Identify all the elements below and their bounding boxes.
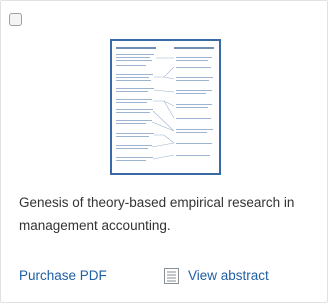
article-thumbnail[interactable] (110, 39, 221, 175)
select-checkbox[interactable] (9, 13, 22, 26)
article-title[interactable]: Genesis of theory-based empirical resear… (19, 191, 315, 237)
document-lines-icon (164, 268, 179, 284)
article-card: Genesis of theory-based empirical resear… (0, 0, 328, 303)
view-abstract-label: View abstract (188, 268, 269, 283)
article-actions: Purchase PDF View abstract (19, 265, 319, 287)
thumbnail-figure (116, 47, 214, 161)
purchase-pdf-link[interactable]: Purchase PDF (19, 265, 107, 287)
view-abstract-link[interactable]: View abstract (164, 265, 269, 287)
